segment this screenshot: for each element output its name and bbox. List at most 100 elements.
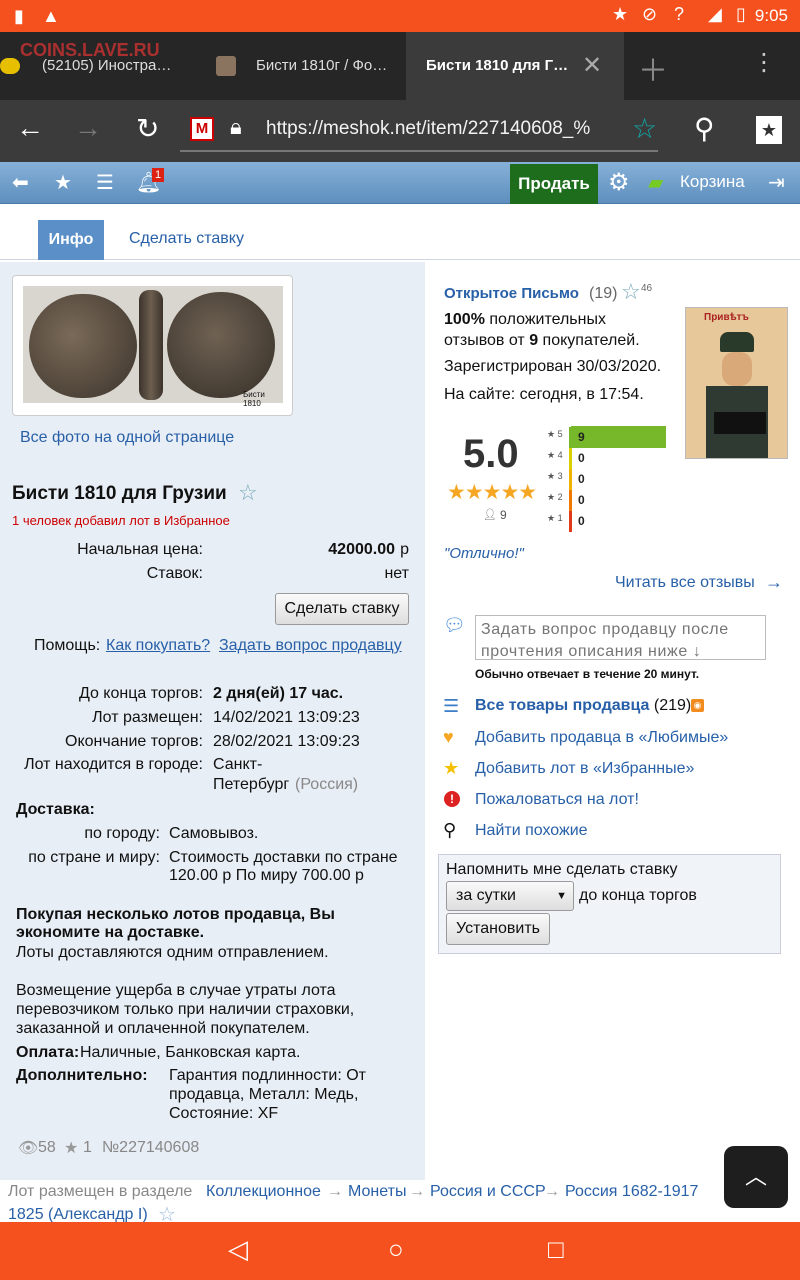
complain-link[interactable]: Пожаловаться на лот!: [475, 791, 639, 809]
menu-icon[interactable]: ☰: [96, 170, 114, 195]
browser-tab-1[interactable]: COINS.LAVE.RU (52105) Иностра…: [0, 32, 200, 100]
breadcrumb-item[interactable]: Россия 1682-1917: [565, 1183, 698, 1201]
lot-title: Бисти 1810 для Грузии: [12, 483, 227, 504]
bookmarks-icon[interactable]: ★: [756, 116, 782, 144]
android-nav-bar: ◁ ○ □: [0, 1222, 800, 1280]
reply-time-note: Обычно отвечает в течение 20 минут.: [475, 667, 700, 681]
chat-bubble-icon: 💬︎: [443, 615, 466, 635]
search-icon[interactable]: ⚲: [694, 112, 715, 145]
coin-favicon-icon: [216, 56, 236, 76]
warning-icon: ▲: [42, 6, 60, 26]
browser-tab-2[interactable]: Бисти 1810г / Фо…: [210, 32, 406, 100]
multi-lot-note-2: экономите на доставке.: [16, 924, 205, 941]
reminder-title: Напомнить мне сделать ставку: [446, 861, 678, 878]
favorites-icon[interactable]: ★: [54, 170, 72, 195]
extra-value-2: продавца, Металл: Медь,: [169, 1086, 359, 1103]
add-fav-seller-link[interactable]: Добавить продавца в «Любимые»: [475, 729, 728, 747]
set-reminder-button[interactable]: Установить: [446, 913, 550, 945]
breadcrumb-arrow-icon: →: [409, 1183, 425, 1200]
favorites-count: 1: [83, 1139, 92, 1156]
browser-tab-label: Бисти 1810 для Г…: [426, 57, 569, 74]
breadcrumb-arrow-icon: →: [327, 1183, 343, 1200]
seller-stars-count: 46: [641, 283, 653, 294]
close-tab-icon[interactable]: ✕: [582, 32, 602, 100]
placed-value: 14/02/2021 13:09:23: [213, 709, 360, 726]
rating-row-color: [569, 511, 572, 532]
forward-arrow-icon[interactable]: →: [74, 112, 102, 144]
breadcrumb-star-icon[interactable]: ☆: [158, 1202, 176, 1222]
back-arrow-icon[interactable]: ←: [16, 112, 44, 144]
rating-row-color: [569, 490, 572, 511]
cart-icon[interactable]: ▰: [648, 170, 663, 195]
breadcrumb-item-last[interactable]: 1825 (Александр I): [8, 1206, 148, 1222]
add-fav-lot-link[interactable]: Добавить лот в «Избранные»: [475, 760, 694, 778]
city-value-2: Петербург: [213, 776, 290, 793]
all-goods-count: (219): [653, 697, 692, 714]
list-icon: ☰: [443, 696, 460, 716]
reminder-select[interactable]: за сутки ▼: [446, 881, 574, 911]
breadcrumb-item[interactable]: Монеты: [348, 1183, 406, 1201]
settings-gear-icon[interactable]: ⚙: [608, 168, 630, 197]
seller-name[interactable]: Открытое Письмо: [444, 285, 579, 302]
favorite-note: 1 человек добавил лот в Избранное: [12, 513, 230, 528]
reload-icon[interactable]: ↻: [136, 112, 159, 145]
currency: р: [400, 541, 409, 558]
world-delivery-label: по стране и миру:: [28, 849, 160, 866]
add-favorite-star-icon[interactable]: ☆: [238, 480, 258, 506]
how-to-buy-link[interactable]: Как покупать?: [106, 637, 210, 655]
payment-value: Наличные, Банковская карта.: [80, 1044, 301, 1061]
tab-info[interactable]: Инфо: [38, 220, 104, 260]
read-all-reviews-link[interactable]: Читать все отзывы: [615, 574, 755, 592]
rss-icon[interactable]: ◉: [691, 699, 704, 712]
reminder-suffix: до конца торгов: [579, 887, 697, 904]
bookmark-star-icon[interactable]: ☆: [632, 112, 657, 145]
ask-seller-textarea[interactable]: [475, 615, 766, 660]
sell-button[interactable]: Продать: [510, 164, 598, 204]
lot-info-pane: Бисти 1810 Все фото на одной странице Би…: [0, 262, 425, 1217]
positive-line-1: 100% положительных: [444, 311, 606, 329]
coin-edge-image: [139, 290, 163, 400]
positive-text-2: отзывов от: [444, 332, 530, 349]
voters-icon: 👤︎: [483, 509, 497, 521]
breadcrumb-arrow-icon: →: [544, 1183, 560, 1200]
rating-row-label: ★ 2: [547, 492, 563, 502]
positive-percent: 100%: [444, 311, 485, 328]
delivery-label: Доставка:: [16, 801, 95, 818]
rating-row-count: 0: [578, 493, 585, 507]
coin-photo[interactable]: Бисти 1810: [23, 286, 283, 408]
logout-icon[interactable]: ⇥: [768, 170, 785, 195]
nav-back-icon[interactable]: ◁: [228, 1234, 248, 1265]
positive-text-3: покупателей.: [538, 332, 640, 349]
dropdown-arrow-icon: ▼: [556, 890, 567, 902]
reminder-select-value: за сутки: [456, 887, 516, 904]
cart-link[interactable]: Корзина: [680, 172, 745, 192]
positive-text: положительных: [484, 311, 606, 328]
rating-row-count: 0: [578, 451, 585, 465]
all-goods-label: Все товары продавца: [475, 697, 650, 714]
browser-tab-3[interactable]: Бисти 1810 для Г… ✕: [406, 32, 624, 100]
online-status: На сайте: сегодня, в 17:54.: [444, 386, 644, 403]
breadcrumb-item[interactable]: Коллекционное: [206, 1183, 321, 1201]
all-photos-link[interactable]: Все фото на одной странице: [20, 429, 234, 447]
nav-recents-icon[interactable]: □: [548, 1234, 564, 1265]
ask-seller-link[interactable]: Задать вопрос продавцу: [219, 637, 402, 655]
url-text[interactable]: https://meshok.net/item/227140608_%: [266, 118, 590, 140]
payment-label: Оплата:: [16, 1044, 80, 1061]
nav-home-icon[interactable]: ○: [388, 1234, 404, 1265]
site-back-icon[interactable]: ⬅: [12, 170, 29, 195]
browser-tab-label: Бисти 1810г / Фо…: [256, 57, 388, 74]
scroll-top-button[interactable]: ︿: [724, 1146, 788, 1208]
make-bid-button[interactable]: Сделать ставку: [275, 593, 409, 625]
breadcrumb-item[interactable]: Россия и СССР: [430, 1183, 546, 1201]
all-goods-link[interactable]: Все товары продавца (219): [475, 697, 691, 715]
tab-bid[interactable]: Сделать ставку: [129, 230, 244, 248]
seller-avatar[interactable]: Привѣтъ: [685, 307, 788, 459]
rating-row-count: 9: [578, 430, 585, 444]
review-quote: "Отлично!": [444, 545, 524, 562]
menu-dots-icon[interactable]: ⋮: [752, 48, 776, 77]
battery-icon: ▯: [736, 4, 746, 24]
new-tab-icon[interactable]: ＋: [638, 46, 668, 90]
similar-link[interactable]: Найти похожие: [475, 822, 588, 840]
rating-row-color: [569, 448, 572, 469]
lock-icon: 🔒︎: [230, 114, 242, 139]
